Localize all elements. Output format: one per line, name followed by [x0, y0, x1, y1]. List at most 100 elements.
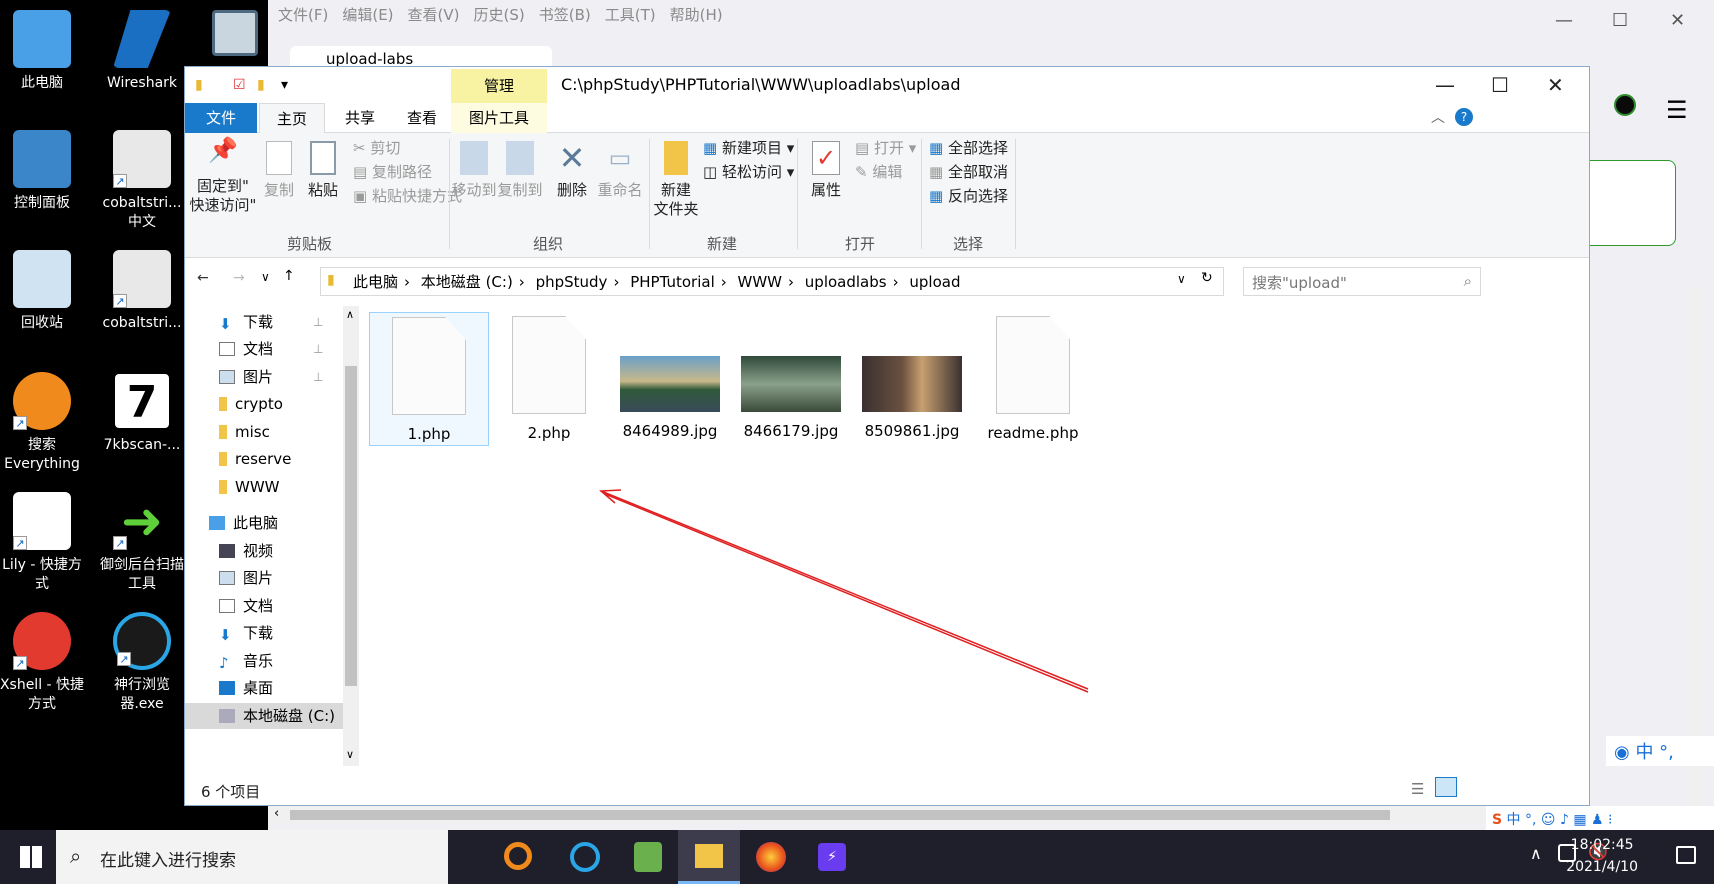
breadcrumb-item[interactable]: 此电脑 [353, 273, 398, 291]
recent-dropdown-icon[interactable]: ∨ [261, 270, 270, 284]
large-icons-view-icon[interactable] [1435, 777, 1457, 797]
refresh-icon[interactable]: ↻ [1201, 270, 1213, 286]
firefox-minimize-button[interactable]: — [1555, 10, 1573, 31]
copy-path-button[interactable]: ▤ 复制路径 [353, 163, 432, 182]
up-icon[interactable]: ↑ [283, 268, 295, 284]
desktop-icon-everything[interactable]: ↗ 搜索 Everything [0, 372, 88, 474]
back-icon[interactable]: ← [197, 270, 209, 286]
firefox-hscroll[interactable]: ‹ [268, 806, 1688, 824]
nav-item-desktop[interactable]: 桌面 [219, 675, 273, 701]
desktop-icon-shenxing[interactable]: ↗ 神行浏览器.exe [96, 612, 188, 714]
easy-access-button[interactable]: ◫ 轻松访问 ▾ [703, 163, 794, 182]
nav-item-downloads-pc[interactable]: ⬇ 下载 [219, 620, 273, 646]
nav-item-documents[interactable]: 文档 [219, 336, 273, 362]
select-all-button[interactable]: ▦ 全部选择 [929, 139, 1008, 158]
network-computer-icon[interactable] [212, 10, 258, 56]
menu-history[interactable]: 历史(S) [474, 6, 525, 24]
pin-icon[interactable]: ⊥ [313, 370, 323, 384]
firefox-taskbar-icon[interactable] [756, 842, 786, 872]
nav-scrollbar[interactable]: ∧ ∨ [343, 306, 359, 766]
nav-item-misc[interactable]: misc [219, 419, 270, 445]
clock[interactable]: 18:02:45 2021/4/10 [1566, 834, 1638, 878]
cut-button[interactable]: ✂ 剪切 [353, 139, 400, 158]
scroll-left-icon[interactable]: ‹ [274, 806, 279, 821]
breadcrumb-item[interactable]: uploadlabs [805, 273, 887, 291]
maximize-button[interactable]: ☐ [1491, 73, 1509, 97]
nav-item-crypto[interactable]: crypto [219, 391, 283, 417]
scroll-thumb[interactable] [345, 366, 357, 686]
select-none-button[interactable]: ▦ 全部取消 [929, 163, 1008, 182]
menu-view[interactable]: 查看(V) [408, 6, 460, 24]
desktop-icon-cobaltstrike[interactable]: ↗ cobaltstri... [96, 250, 188, 333]
desktop-icon-recycle-bin[interactable]: 回收站 [0, 250, 88, 333]
desktop-icon-7kbscan[interactable]: 7 7kbscan-... [96, 372, 188, 455]
firefox-tab[interactable]: upload-labs [290, 46, 552, 68]
tab-picture-tools[interactable]: 图片工具 [451, 103, 547, 133]
collapse-ribbon-icon[interactable]: ︿ [1431, 107, 1445, 127]
hscroll-thumb[interactable] [290, 810, 1390, 820]
properties-button[interactable]: ✓ 属性 [801, 141, 851, 200]
chevron-down-icon[interactable]: ∨ [1177, 272, 1186, 286]
desktop-icon-yujian[interactable]: ➜ ↗ 御剑后台扫描工具 [96, 492, 188, 594]
desktop-icon-xshell[interactable]: ↗ Xshell - 快捷方式 [0, 612, 88, 714]
search-input[interactable]: 搜索"upload" ⌕ [1243, 267, 1481, 296]
invert-selection-button[interactable]: ▦ 反向选择 [929, 187, 1008, 206]
nav-item-this-pc[interactable]: 此电脑 [209, 510, 278, 536]
breadcrumb-item[interactable]: WWW [738, 273, 783, 291]
delete-button[interactable]: ✕ 删除 [549, 141, 595, 200]
nav-item-reserve[interactable]: reserve [219, 446, 291, 472]
edit-button[interactable]: ✎ 编辑 [855, 163, 902, 182]
nav-item-local-disk[interactable]: 本地磁盘 (C:) [185, 703, 343, 729]
extension-icon[interactable] [1614, 94, 1636, 116]
tab-view[interactable]: 查看 [391, 103, 453, 133]
breadcrumb-item[interactable]: 本地磁盘 (C:) [421, 273, 513, 291]
paste-shortcut-button[interactable]: ▣ 粘贴快捷方式 [353, 187, 462, 206]
nav-item-music[interactable]: ♪ 音乐 [219, 648, 273, 674]
quick-access-dropdown-icon[interactable]: ▾ [281, 77, 288, 93]
close-button[interactable]: ✕ [1547, 73, 1564, 97]
notepad-taskbar-icon[interactable] [634, 842, 662, 872]
shenxing-taskbar-icon[interactable] [570, 842, 600, 872]
desktop-icon-control-panel[interactable]: 控制面板 [0, 130, 88, 213]
firefox-menu-icon[interactable]: ☰ [1666, 96, 1688, 124]
nav-item-downloads[interactable]: ⬇ 下载 [219, 309, 273, 335]
breadcrumb-item[interactable]: upload [909, 273, 960, 291]
copy-to-button[interactable]: 复制到 [497, 141, 543, 200]
explorer-taskbar-icon[interactable] [678, 830, 740, 884]
menu-edit[interactable]: 编辑(E) [342, 6, 393, 24]
copy-button[interactable]: 复制 [255, 141, 303, 200]
help-icon[interactable]: ? [1455, 108, 1473, 126]
windows-start-icon[interactable] [20, 846, 42, 868]
move-to-button[interactable]: 移动到 [451, 141, 497, 200]
pin-quick-access-button[interactable]: 📌 固定到" 快速访问" [189, 138, 257, 215]
everything-taskbar-icon[interactable] [504, 842, 532, 870]
scroll-down-icon[interactable]: ∨ [346, 748, 354, 761]
nav-item-videos[interactable]: 视频 [219, 538, 273, 564]
scroll-up-icon[interactable]: ∧ [346, 308, 354, 321]
forward-icon[interactable]: → [233, 270, 245, 286]
nav-item-pictures-pc[interactable]: 图片 [219, 565, 273, 591]
menu-help[interactable]: 帮助(H) [670, 6, 723, 24]
nav-item-documents-pc[interactable]: 文档 [219, 593, 273, 619]
tab-share[interactable]: 共享 [329, 103, 391, 133]
open-button[interactable]: ▤ 打开 ▾ [855, 139, 916, 158]
desktop-icon-this-pc[interactable]: 此电脑 [0, 10, 88, 93]
minimize-button[interactable]: — [1435, 73, 1455, 97]
firefox-maximize-button[interactable]: ☐ [1612, 10, 1628, 31]
breadcrumb-item[interactable]: PHPTutorial [630, 273, 715, 291]
sogou-ime-bar[interactable]: S 中 °, ☺ ♪ ▦ ♟ ⁝ [1486, 806, 1714, 830]
rename-button[interactable]: ▭ 重命名 [595, 141, 645, 200]
desktop-icon-wireshark[interactable]: Wireshark [96, 10, 188, 93]
manage-tab[interactable]: 管理 [451, 69, 547, 103]
ime-floating-bar[interactable]: ◉ 中 °, [1606, 736, 1714, 766]
breadcrumb-item[interactable]: phpStudy [536, 273, 608, 291]
tab-home[interactable]: 主页 [259, 103, 325, 134]
new-folder-icon[interactable]: ▮ [257, 77, 265, 93]
show-hidden-icons[interactable]: ∧ [1530, 844, 1542, 863]
taskbar-search-input[interactable]: ⌕ 在此键入进行搜索 [56, 830, 448, 884]
desktop-icon-cobaltstrike-cn[interactable]: ↗ cobaltstri... 中文 [96, 130, 188, 232]
new-item-button[interactable]: ▦ 新建项目 ▾ [703, 139, 794, 158]
desktop-icon-lily[interactable]: ↗ Lily - 快捷方式 [0, 492, 88, 594]
menu-tools[interactable]: 工具(T) [605, 6, 656, 24]
app-taskbar-icon[interactable]: ⚡ [818, 843, 846, 871]
